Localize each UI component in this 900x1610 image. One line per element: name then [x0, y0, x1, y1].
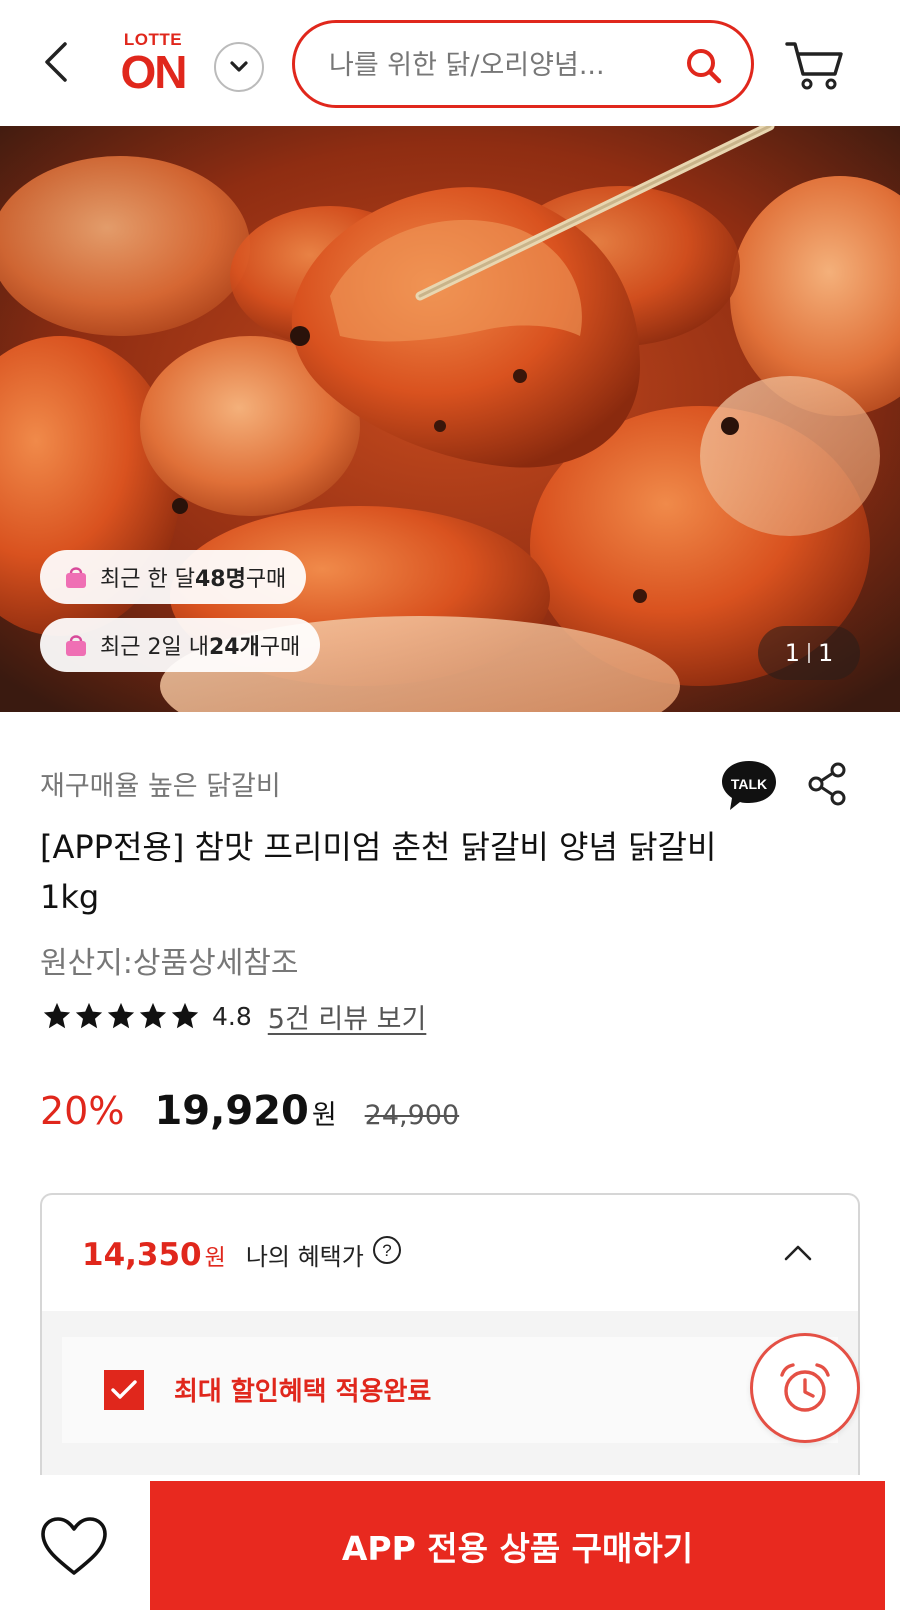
benefit-label: 나의 혜택가: [245, 1243, 364, 1271]
search-input[interactable]: [329, 39, 659, 91]
back-icon: [45, 42, 67, 82]
price-row: 20% 19,920 원 24,900: [40, 1088, 459, 1144]
benefit-price-panel: 14,350 원 나의 혜택가 ? 최대 할인혜택 적용완료: [40, 1193, 860, 1523]
price-currency: 원: [311, 1100, 337, 1131]
talk-icon: TALK: [722, 761, 776, 810]
benefit-currency: 원: [204, 1245, 226, 1271]
product-category-tag[interactable]: 재구매율 높은 닭갈비: [40, 764, 281, 803]
benefit-price: 14,350: [82, 1237, 202, 1273]
chevron-down-icon: [230, 61, 248, 72]
collapse-button[interactable]: [776, 1231, 820, 1275]
original-price: 24,900: [364, 1100, 460, 1131]
buy-button[interactable]: APP 전용 상품 구매하기: [150, 1481, 885, 1610]
shopping-bag-icon: [66, 635, 86, 656]
page-divider: [808, 643, 810, 663]
rating-row: 4.8 5건 리뷰 보기: [42, 996, 426, 1036]
review-link[interactable]: 5건 리뷰 보기: [268, 997, 427, 1036]
shopping-bag-icon: [66, 567, 86, 588]
cart-icon: [785, 42, 843, 90]
alarm-button[interactable]: [750, 1333, 860, 1443]
help-icon[interactable]: ?: [372, 1235, 402, 1265]
star-icon: [171, 1002, 199, 1029]
lotte-on-logo[interactable]: LOTTE ON: [112, 26, 194, 98]
star-icon: [139, 1002, 167, 1029]
talk-chat-button[interactable]: TALK: [720, 758, 778, 812]
page-total: 1: [818, 639, 834, 667]
discount-rate: 20%: [40, 1089, 125, 1133]
svg-text:?: ?: [382, 1241, 391, 1260]
share-button[interactable]: [806, 760, 850, 808]
star-icon: [43, 1002, 71, 1029]
star-icon: [75, 1002, 103, 1029]
cart-button[interactable]: [782, 34, 848, 96]
alarm-clock-icon: [780, 1363, 830, 1412]
badge-highlight: 48명: [194, 567, 246, 592]
badge-suffix: 구매: [259, 635, 301, 660]
search-icon: [687, 49, 722, 84]
bottom-action-bar: APP 전용 상품 구매하기: [0, 1475, 900, 1610]
page-current: 1: [784, 639, 800, 667]
rating-value: 4.8: [212, 1001, 252, 1031]
purchase-badge-month: 최근 한 달 48명 구매: [40, 550, 307, 604]
share-icon: [808, 762, 846, 806]
badge-prefix: 최근 2일 내: [100, 635, 209, 660]
check-icon: [111, 1380, 137, 1399]
benefit-header[interactable]: 14,350 원 나의 혜택가 ?: [42, 1195, 858, 1311]
heart-icon: [41, 1517, 107, 1575]
max-discount-applied-row[interactable]: 최대 할인혜택 적용완료: [62, 1337, 838, 1443]
image-page-counter: 1 1: [758, 626, 860, 680]
sale-price: 19,920: [154, 1088, 309, 1134]
search-button[interactable]: [679, 41, 729, 91]
badge-prefix: 최근 한 달: [100, 567, 195, 592]
back-button[interactable]: [36, 38, 76, 86]
talk-label: TALK: [731, 776, 767, 792]
benefit-price-row: 14,350 원 나의 혜택가 ?: [82, 1235, 402, 1273]
max-discount-checkbox[interactable]: [104, 1370, 144, 1410]
chevron-up-icon: [784, 1245, 812, 1261]
category-dropdown-button[interactable]: [214, 42, 264, 92]
product-title: [APP전용] 참맛 프리미엄 춘천 닭갈비 양념 닭갈비 1kg: [40, 828, 717, 916]
top-header: LOTTE ON: [0, 0, 900, 126]
product-image-carousel[interactable]: 최근 한 달 48명 구매 최근 2일 내 24개 구매 1 1: [0, 126, 900, 712]
max-discount-applied-text: 최대 할인혜택 적용완료: [174, 1377, 432, 1407]
star-icon: [107, 1002, 135, 1029]
rating-stars: [42, 1001, 202, 1031]
badge-highlight: 24개: [208, 635, 260, 660]
logo-text-bottom: ON: [120, 46, 188, 98]
purchase-badge-recent: 최근 2일 내 24개 구매: [40, 618, 321, 672]
product-origin: 원산지:상품상세참조: [40, 946, 299, 981]
badge-suffix: 구매: [245, 567, 287, 592]
wishlist-button[interactable]: [36, 1511, 112, 1581]
search-bar[interactable]: [292, 20, 754, 108]
